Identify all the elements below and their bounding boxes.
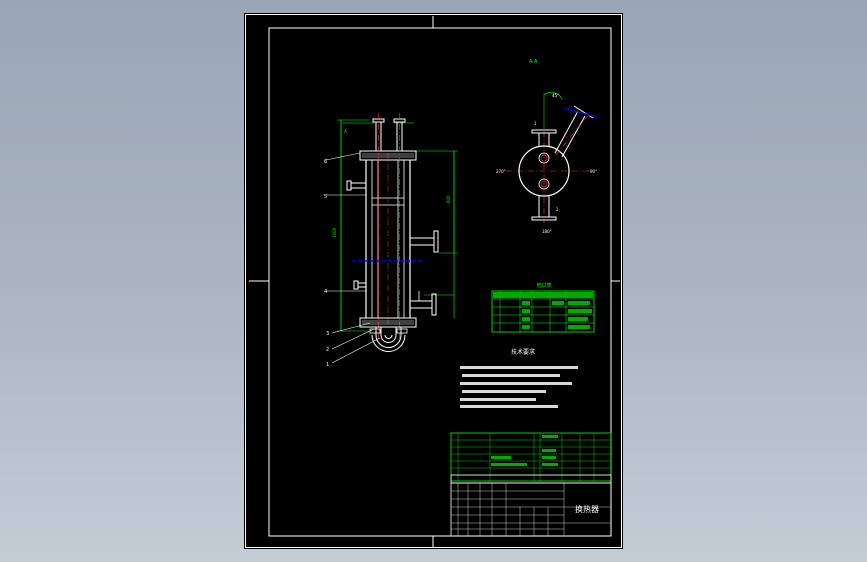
svg-text:2: 2	[326, 347, 329, 353]
svg-text:270°: 270°	[496, 169, 506, 174]
sheet-background	[244, 13, 623, 549]
drawing-sheet: 6 5 4 3 2 1 1000 600 A A-A 270° 90° 180°…	[244, 13, 623, 549]
svg-text:90°: 90°	[590, 169, 597, 174]
svg-text:45°: 45°	[552, 93, 559, 98]
svg-text:6: 6	[324, 159, 327, 165]
svg-text:5: 5	[324, 194, 327, 200]
svg-text:A: A	[344, 129, 347, 134]
svg-text:4: 4	[324, 289, 327, 295]
drawing-title: 换热器	[575, 504, 599, 514]
svg-text:1000: 1000	[332, 227, 337, 238]
svg-text:600: 600	[446, 195, 451, 203]
svg-text:180°: 180°	[542, 229, 552, 234]
view-label: A-A	[529, 59, 538, 65]
cad-viewport[interactable]: 6 5 4 3 2 1 1000 600 A A-A 270° 90° 180°…	[0, 0, 867, 562]
nozzle-table-title: 管口表	[536, 282, 551, 289]
svg-text:3: 3	[326, 331, 329, 337]
svg-text:1: 1	[326, 362, 329, 368]
tech-req-title: 技术要求	[511, 348, 535, 356]
